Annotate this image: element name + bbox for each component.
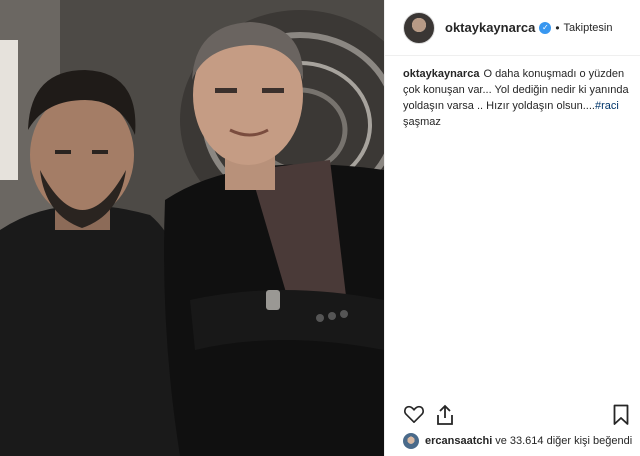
verified-badge-icon: ✓ bbox=[539, 21, 552, 34]
caption-tail: şaşmaz bbox=[403, 116, 441, 128]
post-header: oktaykaynarca ✓ • Takiptesin bbox=[385, 0, 640, 56]
liker-avatar[interactable] bbox=[403, 433, 419, 449]
liker-username-link[interactable]: ercansaatchi bbox=[425, 435, 492, 447]
post-side-panel: oktaykaynarca ✓ • Takiptesin oktaykaynar… bbox=[384, 0, 640, 456]
likes-connector: ve bbox=[495, 435, 507, 447]
profile-avatar[interactable] bbox=[403, 11, 435, 44]
share-icon[interactable] bbox=[435, 404, 455, 431]
hashtag-link[interactable]: #raci bbox=[595, 100, 619, 112]
likes-suffix: beğendi bbox=[593, 435, 633, 447]
likes-summary: ercansaatchi ve 33.614 diğer kişi beğend… bbox=[403, 432, 639, 450]
post-photo-illustration bbox=[0, 0, 384, 456]
bookmark-icon[interactable] bbox=[613, 404, 629, 431]
follow-status-button[interactable]: Takiptesin bbox=[564, 22, 613, 34]
likes-count-link[interactable]: 33.614 diğer kişi bbox=[510, 435, 590, 447]
caption-username-link[interactable]: oktaykaynarca bbox=[403, 68, 479, 80]
post-caption: oktaykaynarca O daha konuşmadı o yüzden ç… bbox=[403, 66, 631, 130]
separator-dot: • bbox=[555, 20, 560, 35]
username-link[interactable]: oktaykaynarca bbox=[445, 20, 535, 35]
post-photo[interactable] bbox=[0, 0, 384, 456]
post-actions bbox=[403, 404, 631, 426]
heart-icon[interactable] bbox=[403, 404, 425, 429]
